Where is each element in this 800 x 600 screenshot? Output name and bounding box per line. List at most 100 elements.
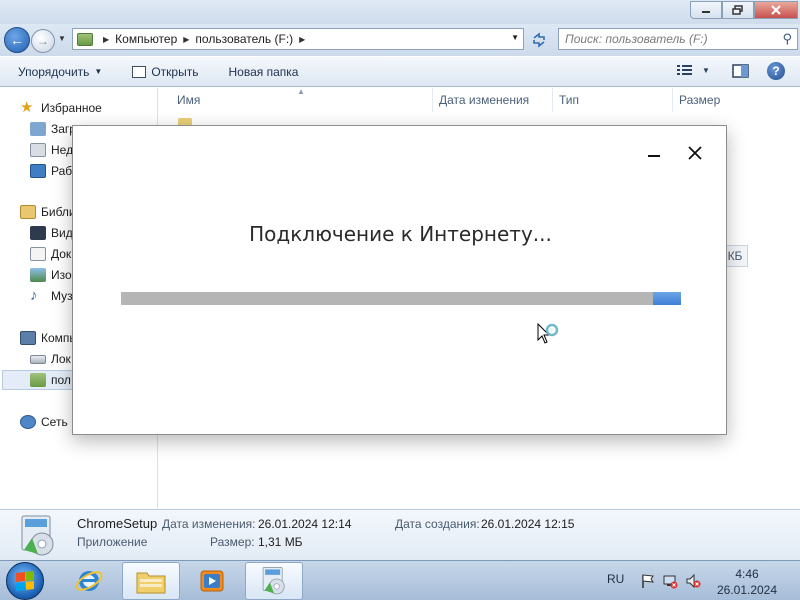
recent-pages-dropdown[interactable]: ▼ bbox=[58, 34, 66, 43]
nav-music[interactable]: ♪ Муз bbox=[30, 286, 73, 306]
new-folder-label: Новая папка bbox=[228, 64, 299, 79]
refresh-button[interactable] bbox=[528, 29, 550, 51]
search-icon[interactable]: ⚲ bbox=[782, 31, 792, 47]
busy-cursor-icon bbox=[537, 322, 559, 344]
column-size-label: Размер bbox=[679, 93, 721, 107]
minimize-button[interactable] bbox=[690, 1, 722, 19]
column-name-label: Имя bbox=[177, 93, 201, 107]
nav-images-label: Изо bbox=[51, 268, 72, 282]
back-button[interactable]: ← bbox=[4, 27, 30, 53]
dialog-status-message: Подключение к Интернету... bbox=[249, 222, 552, 246]
nav-libraries-label: Библи bbox=[41, 205, 76, 219]
drive-icon bbox=[77, 32, 93, 46]
open-icon bbox=[132, 65, 147, 78]
local-disk-icon bbox=[30, 354, 46, 364]
nav-images[interactable]: Изо bbox=[30, 265, 72, 285]
arrow-left-icon: ← bbox=[10, 32, 24, 48]
star-icon: ★ bbox=[20, 99, 34, 116]
breadcrumb-user-drive[interactable]: пользователь (F:) bbox=[195, 32, 293, 46]
help-icon: ? bbox=[767, 62, 785, 80]
address-bar-row: ← → ▼ ▶ Компьютер ▶ пользователь (F:) ▶ … bbox=[0, 24, 800, 56]
column-name[interactable]: Имя bbox=[171, 88, 433, 112]
nav-libraries[interactable]: Библи bbox=[20, 202, 76, 222]
new-folder-button[interactable]: Новая папка bbox=[228, 65, 298, 79]
window-controls bbox=[690, 1, 798, 19]
system-clock[interactable]: 4:46 26.01.2024 bbox=[712, 566, 782, 598]
restore-button[interactable] bbox=[722, 1, 754, 19]
nav-network-label: Сеть bbox=[41, 415, 68, 429]
search-input[interactable]: Поиск: пользователь (F:) ⚲ bbox=[558, 28, 798, 50]
details-modified-label: Дата изменения: bbox=[162, 517, 256, 531]
dialog-minimize-button[interactable] bbox=[646, 150, 662, 162]
nav-video[interactable]: Вид bbox=[30, 223, 73, 243]
details-modified-value: 26.01.2024 12:14 bbox=[258, 517, 352, 531]
search-placeholder: Поиск: пользователь (F:) bbox=[565, 32, 708, 46]
view-list-icon bbox=[677, 65, 692, 75]
command-bar: Упорядочить ▼ Открыть Новая папка ▼ ? bbox=[0, 57, 800, 87]
start-button[interactable] bbox=[6, 562, 44, 600]
open-button[interactable]: Открыть bbox=[132, 65, 198, 79]
clock-date: 26.01.2024 bbox=[716, 583, 778, 597]
help-button[interactable]: ? bbox=[767, 62, 785, 80]
address-field[interactable]: ▶ Компьютер ▶ пользователь (F:) ▶ ▼ bbox=[72, 28, 524, 50]
libraries-icon bbox=[20, 205, 36, 219]
language-indicator[interactable]: RU bbox=[607, 572, 624, 586]
nav-user-drive-label: пол bbox=[51, 373, 71, 387]
network-icon bbox=[20, 415, 36, 429]
close-button[interactable] bbox=[754, 1, 798, 19]
nav-local-disk-label: Лок bbox=[51, 352, 71, 366]
nav-desktop-label: Раб bbox=[51, 164, 73, 178]
windows-logo-icon bbox=[16, 571, 34, 591]
dialog-close-button[interactable] bbox=[685, 145, 705, 165]
column-size[interactable]: Размер bbox=[672, 88, 800, 112]
nav-favorites[interactable]: ★ Избранное bbox=[20, 98, 102, 118]
computer-icon bbox=[20, 331, 36, 345]
chevron-right-icon: ▶ bbox=[103, 34, 110, 44]
nav-network[interactable]: Сеть bbox=[20, 412, 68, 432]
chevron-down-icon: ▼ bbox=[702, 65, 710, 75]
nav-downloads[interactable]: Загр bbox=[30, 119, 76, 139]
column-type-label: Тип bbox=[559, 93, 580, 107]
column-type[interactable]: Тип bbox=[552, 88, 672, 112]
chevron-down-icon: ▼ bbox=[94, 67, 103, 76]
downloads-folder-icon bbox=[30, 122, 46, 136]
taskbar-internet-explorer[interactable] bbox=[60, 562, 118, 600]
nav-computer-label: Компь bbox=[41, 331, 76, 345]
organize-label: Упорядочить bbox=[18, 64, 90, 79]
nav-documents[interactable]: Док bbox=[30, 244, 71, 264]
organize-button[interactable]: Упорядочить ▼ bbox=[18, 65, 102, 79]
nav-local-disk[interactable]: Лок bbox=[30, 349, 71, 369]
desktop-icon bbox=[30, 164, 46, 178]
taskbar-media-player[interactable] bbox=[183, 562, 241, 600]
close-icon bbox=[771, 5, 781, 15]
details-created-label: Дата создания: bbox=[395, 517, 480, 531]
documents-icon bbox=[30, 247, 46, 261]
details-size-label: Размер: bbox=[210, 535, 255, 549]
nav-recent-label: Нед bbox=[51, 143, 74, 157]
progress-bar-fill bbox=[653, 292, 681, 305]
address-dropdown-icon[interactable]: ▼ bbox=[511, 33, 519, 42]
column-date-label: Дата изменения bbox=[439, 93, 530, 107]
nav-recent[interactable]: Нед bbox=[30, 140, 73, 160]
volume-muted-icon[interactable] bbox=[685, 573, 701, 589]
details-created-value: 26.01.2024 12:15 bbox=[481, 517, 575, 531]
minimize-icon bbox=[702, 11, 710, 13]
nav-documents-label: Док bbox=[51, 247, 72, 261]
network-error-icon[interactable] bbox=[662, 573, 678, 589]
nav-desktop[interactable]: Раб bbox=[30, 161, 72, 181]
details-file-name: ChromeSetup bbox=[77, 516, 158, 531]
preview-pane-icon bbox=[732, 64, 749, 78]
chrome-setup-file-icon bbox=[21, 515, 54, 556]
folder-icon bbox=[136, 572, 166, 594]
nav-computer[interactable]: Компь bbox=[20, 328, 76, 348]
view-options-button[interactable]: ▼ bbox=[676, 63, 710, 77]
column-date-modified[interactable]: Дата изменения bbox=[432, 88, 552, 112]
preview-pane-button[interactable] bbox=[732, 63, 750, 79]
nav-favorites-label: Избранное bbox=[41, 101, 102, 115]
taskbar-chrome-setup[interactable] bbox=[245, 562, 303, 600]
clock-time: 4:46 bbox=[735, 567, 759, 581]
action-center-flag-icon[interactable] bbox=[640, 573, 656, 589]
forward-button[interactable]: → bbox=[31, 29, 55, 53]
breadcrumb-computer[interactable]: Компьютер bbox=[115, 32, 177, 46]
taskbar-explorer[interactable] bbox=[122, 562, 180, 600]
